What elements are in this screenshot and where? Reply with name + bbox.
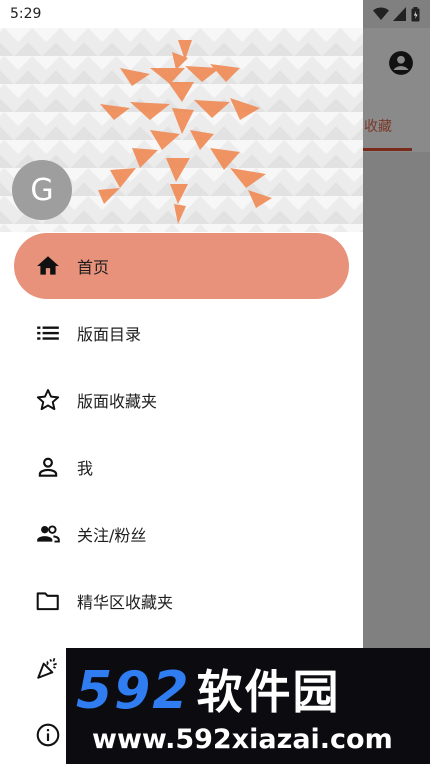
menu-label: 版面目录	[77, 324, 142, 344]
menu-label: 我	[77, 458, 94, 478]
watermark-url: www.592xiazai.com	[92, 724, 393, 755]
folder-icon	[35, 588, 61, 614]
info-icon	[35, 722, 61, 748]
party-popper-icon	[35, 655, 61, 681]
avatar[interactable]: G	[12, 160, 72, 220]
people-icon	[35, 521, 61, 547]
battery-icon	[411, 6, 420, 21]
status-bar: 5:29	[0, 0, 430, 28]
tab-favorites[interactable]: 收藏	[364, 116, 392, 136]
menu-item-digest-favorites[interactable]: 精华区收藏夹	[0, 567, 363, 634]
menu-label: 关注/粉丝	[77, 525, 147, 545]
menu-label: 精华区收藏夹	[77, 592, 174, 612]
home-icon	[35, 253, 61, 279]
wifi-icon	[373, 7, 389, 20]
menu-item-me[interactable]: 我	[0, 433, 363, 500]
list-icon	[35, 320, 61, 346]
menu-item-board-directory[interactable]: 版面目录	[0, 299, 363, 366]
person-icon	[35, 454, 61, 480]
tab-indicator	[360, 148, 412, 151]
menu-item-follow-fans[interactable]: 关注/粉丝	[0, 500, 363, 567]
menu-label: 首页	[77, 257, 110, 277]
account-icon[interactable]	[388, 50, 414, 76]
menu-item-board-favorites[interactable]: 版面收藏夹	[0, 366, 363, 433]
header-logo-icon	[98, 40, 272, 224]
star-icon	[35, 387, 61, 413]
watermark-cn: 软件园	[196, 665, 341, 719]
watermark-brand: 592 软件园	[76, 656, 341, 722]
status-time: 5:29	[10, 6, 42, 22]
signal-icon	[393, 7, 406, 21]
menu-label: 版面收藏夹	[77, 391, 158, 411]
watermark-number: 592	[76, 661, 191, 721]
watermark-banner: 592 软件园 www.592xiazai.com	[66, 648, 430, 764]
menu-item-home[interactable]: 首页	[0, 232, 363, 299]
